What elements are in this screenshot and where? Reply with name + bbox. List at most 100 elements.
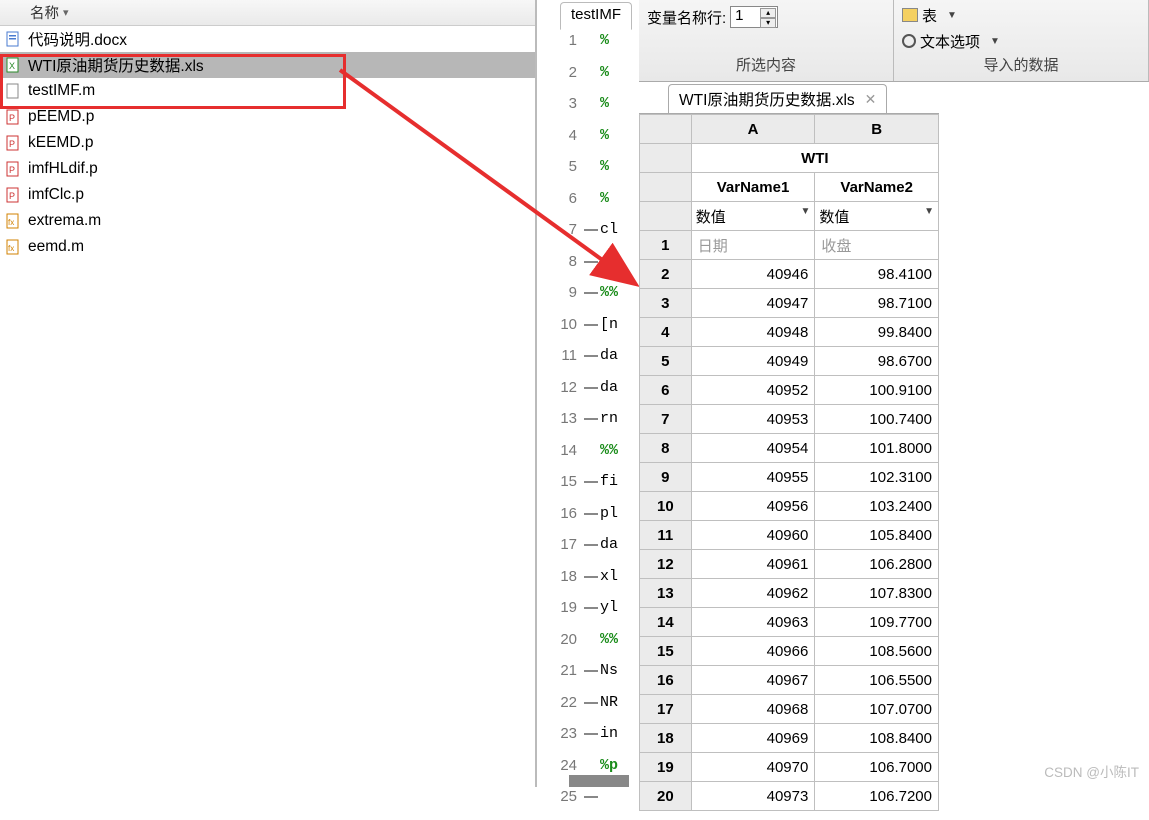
data-cell[interactable]: 40953 xyxy=(691,405,815,434)
code-line[interactable]: da xyxy=(584,347,639,379)
data-cell[interactable]: 109.7700 xyxy=(815,608,939,637)
row-number[interactable]: 15 xyxy=(640,637,692,666)
row-number[interactable]: 19 xyxy=(640,753,692,782)
data-cell[interactable]: 40970 xyxy=(691,753,815,782)
row-number[interactable]: 6 xyxy=(640,376,692,405)
code-line[interactable]: %% xyxy=(584,631,639,663)
row-number[interactable]: 2 xyxy=(640,260,692,289)
data-cell[interactable]: 105.8400 xyxy=(815,521,939,550)
data-cell[interactable]: 40948 xyxy=(691,318,815,347)
editor-code-column[interactable]: %%%%%%clcl%%[ndadarn%%fipldaxlyl%%NsNRin… xyxy=(584,32,639,787)
file-header[interactable]: 名称 ▾ xyxy=(0,0,535,26)
code-line[interactable]: cl xyxy=(584,253,639,285)
data-cell[interactable]: 日期 xyxy=(691,231,815,260)
data-cell[interactable]: 107.8300 xyxy=(815,579,939,608)
data-cell[interactable]: 106.7200 xyxy=(815,782,939,811)
code-line[interactable]: % xyxy=(584,158,639,190)
type-dropdown[interactable]: 数值▼ xyxy=(815,202,939,231)
code-line[interactable]: xl xyxy=(584,568,639,600)
data-cell[interactable]: 106.5500 xyxy=(815,666,939,695)
data-cell[interactable]: 40961 xyxy=(691,550,815,579)
varname-cell[interactable]: VarName1 xyxy=(691,173,815,202)
row-number[interactable]: 4 xyxy=(640,318,692,347)
file-row[interactable]: 代码说明.docx xyxy=(0,26,535,52)
row-number[interactable]: 17 xyxy=(640,695,692,724)
title-merged-cell[interactable]: WTI xyxy=(691,144,938,173)
code-line[interactable]: da xyxy=(584,379,639,411)
spreadsheet-tab[interactable]: WTI原油期货历史数据.xls ✕ xyxy=(668,84,887,114)
corner-cell[interactable] xyxy=(640,115,692,144)
data-cell[interactable]: 40962 xyxy=(691,579,815,608)
data-cell[interactable]: 108.8400 xyxy=(815,724,939,753)
data-cell[interactable]: 106.2800 xyxy=(815,550,939,579)
file-row[interactable]: PpEEMD.p xyxy=(0,104,535,130)
data-cell[interactable]: 98.6700 xyxy=(815,347,939,376)
data-cell[interactable]: 40963 xyxy=(691,608,815,637)
data-cell[interactable]: 40966 xyxy=(691,637,815,666)
file-row[interactable]: testIMF.m xyxy=(0,78,535,104)
row-number[interactable]: 8 xyxy=(640,434,692,463)
data-cell[interactable]: 100.7400 xyxy=(815,405,939,434)
row-number[interactable]: 12 xyxy=(640,550,692,579)
var-row-spinner[interactable]: 1 ▴▾ xyxy=(730,6,778,28)
data-cell[interactable]: 98.4100 xyxy=(815,260,939,289)
data-cell[interactable]: 40956 xyxy=(691,492,815,521)
data-cell[interactable]: 40973 xyxy=(691,782,815,811)
data-cell[interactable]: 40960 xyxy=(691,521,815,550)
row-number[interactable]: 13 xyxy=(640,579,692,608)
data-cell[interactable]: 102.3100 xyxy=(815,463,939,492)
file-row[interactable]: fxeemd.m xyxy=(0,234,535,260)
table-type-dropdown[interactable]: 表 ▼ xyxy=(902,2,1140,28)
data-cell[interactable]: 40947 xyxy=(691,289,815,318)
code-line[interactable]: %% xyxy=(584,442,639,474)
code-line[interactable]: % xyxy=(584,32,639,64)
text-options-dropdown[interactable]: 文本选项 ▼ xyxy=(902,28,1140,54)
horizontal-scrollbar-thumb[interactable] xyxy=(569,775,629,787)
code-line[interactable]: rn xyxy=(584,410,639,442)
data-cell[interactable]: 101.8000 xyxy=(815,434,939,463)
code-line[interactable]: % xyxy=(584,64,639,96)
row-number[interactable]: 3 xyxy=(640,289,692,318)
code-line[interactable]: %% xyxy=(584,284,639,316)
row-number[interactable]: 11 xyxy=(640,521,692,550)
data-cell[interactable]: 100.9100 xyxy=(815,376,939,405)
code-line[interactable]: % xyxy=(584,127,639,159)
spinner-up-icon[interactable]: ▴ xyxy=(760,8,776,18)
row-number[interactable]: 18 xyxy=(640,724,692,753)
data-cell[interactable]: 103.2400 xyxy=(815,492,939,521)
row-number[interactable]: 16 xyxy=(640,666,692,695)
file-row[interactable]: XWTI原油期货历史数据.xls xyxy=(0,52,535,78)
row-number[interactable]: 20 xyxy=(640,782,692,811)
data-cell[interactable]: 40952 xyxy=(691,376,815,405)
code-line[interactable]: in xyxy=(584,725,639,757)
spreadsheet[interactable]: ABWTIVarName1VarName2数值▼数值▼1日期收盘24094698… xyxy=(639,113,939,787)
row-number[interactable]: 10 xyxy=(640,492,692,521)
col-header[interactable]: A xyxy=(691,115,815,144)
data-cell[interactable]: 收盘 xyxy=(815,231,939,260)
data-cell[interactable]: 40949 xyxy=(691,347,815,376)
row-number[interactable]: 14 xyxy=(640,608,692,637)
code-line[interactable]: [n xyxy=(584,316,639,348)
code-line[interactable]: fi xyxy=(584,473,639,505)
row-number[interactable]: 1 xyxy=(640,231,692,260)
file-row[interactable]: PimfClc.p xyxy=(0,182,535,208)
code-line[interactable]: cl xyxy=(584,221,639,253)
data-cell[interactable]: 40969 xyxy=(691,724,815,753)
file-row[interactable]: PimfHLdif.p xyxy=(0,156,535,182)
data-cell[interactable]: 40968 xyxy=(691,695,815,724)
data-cell[interactable]: 99.8400 xyxy=(815,318,939,347)
editor-tab[interactable]: testIMF xyxy=(560,2,632,30)
data-cell[interactable]: 40954 xyxy=(691,434,815,463)
spinner-down-icon[interactable]: ▾ xyxy=(760,18,776,28)
data-cell[interactable]: 40955 xyxy=(691,463,815,492)
code-line[interactable]: pl xyxy=(584,505,639,537)
row-number[interactable]: 5 xyxy=(640,347,692,376)
close-icon[interactable]: ✕ xyxy=(865,91,877,108)
code-line[interactable]: Ns xyxy=(584,662,639,694)
code-line[interactable]: % xyxy=(584,95,639,127)
row-number[interactable]: 9 xyxy=(640,463,692,492)
type-dropdown[interactable]: 数值▼ xyxy=(691,202,815,231)
code-line[interactable]: NR xyxy=(584,694,639,726)
file-row[interactable]: PkEEMD.p xyxy=(0,130,535,156)
data-cell[interactable]: 40946 xyxy=(691,260,815,289)
